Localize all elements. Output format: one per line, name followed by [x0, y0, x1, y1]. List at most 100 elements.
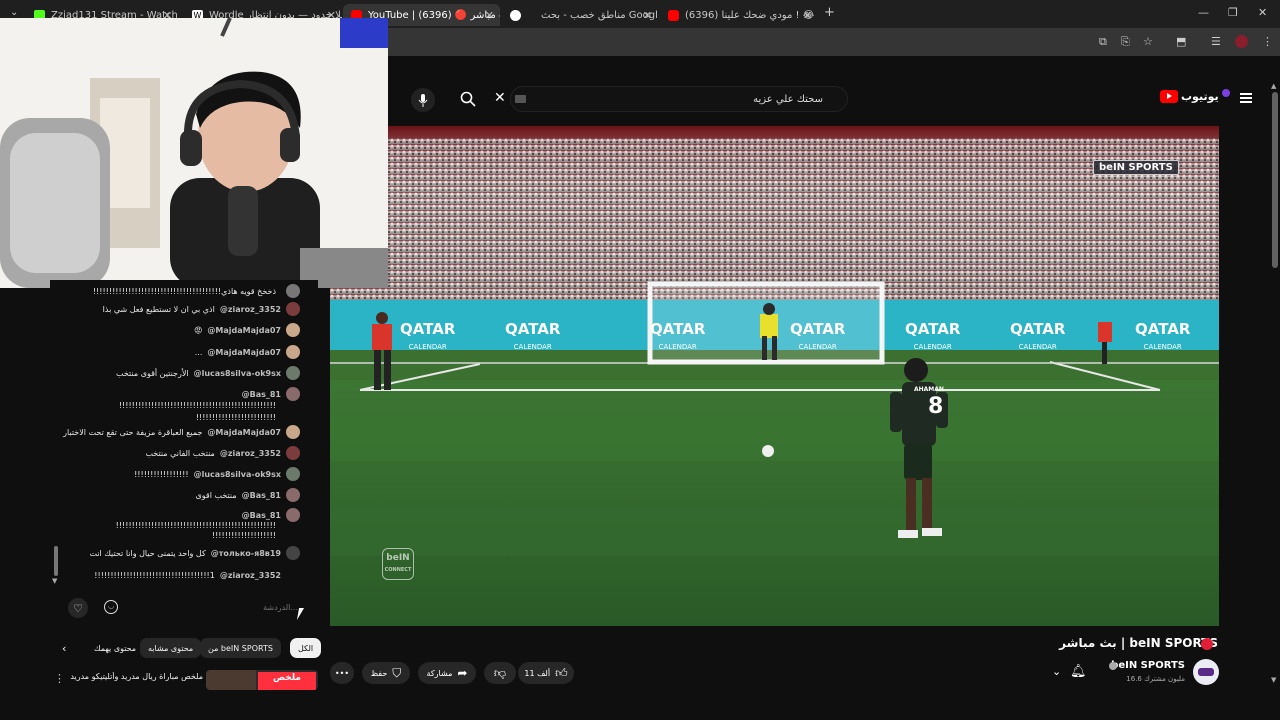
install-app-icon[interactable]: ⎘	[1121, 35, 1130, 49]
page-scrollbar[interactable]: ▲ ▼	[1270, 80, 1280, 690]
chat-message: منتخب اقوى @Bas_81	[195, 488, 300, 502]
chip-all[interactable]: الكل	[290, 638, 322, 658]
chat-message-text: كل واحد يتمنى حيال وانا تحتيك انت	[89, 548, 206, 558]
chip-recent[interactable]: محتوى يهمك	[86, 638, 144, 658]
chat-username[interactable]: @ziaroz_3352	[220, 305, 281, 314]
ad-text: QATAR	[1135, 320, 1191, 338]
scroll-down-icon[interactable]: ▼	[1271, 676, 1276, 684]
chat-input-row: ♡ ◡	[50, 594, 318, 620]
notification-bell-icon[interactable]: 🔔︎	[1070, 664, 1087, 679]
search-icon[interactable]	[460, 91, 476, 111]
bookmark-star-icon[interactable]: ☆	[1143, 35, 1153, 48]
chat-username[interactable]: @только-я8в19	[211, 549, 281, 558]
chat-input[interactable]	[122, 598, 298, 616]
close-tab-icon[interactable]: ✕	[803, 9, 812, 22]
chat-message-text: 😡	[194, 325, 203, 335]
translate-icon[interactable]: ⧉	[1099, 35, 1107, 49]
chip-from-channel[interactable]: من beIN SPORTS	[200, 638, 281, 658]
channel-name[interactable]: beIN SPORTS	[1111, 660, 1185, 671]
chat-avatar[interactable]	[286, 345, 300, 359]
chat-message-text: الأرجنتين أقوى منتخب	[116, 368, 189, 378]
reading-list-icon[interactable]: ☰	[1211, 35, 1221, 48]
more-actions-button[interactable]: •••	[330, 662, 354, 684]
close-window-button[interactable]: ✕	[1258, 6, 1267, 19]
emoji-icon[interactable]: ◡	[104, 600, 118, 614]
chat-username[interactable]: @lucas8silva-ok9sx	[194, 470, 281, 479]
close-tab-icon[interactable]: ✕	[485, 9, 494, 22]
search-box[interactable]	[510, 86, 848, 112]
extensions-icon[interactable]: ⬒	[1176, 35, 1186, 48]
video-title: بث مباشر | beIN SPORTS	[1059, 636, 1218, 650]
chat-avatar[interactable]	[286, 366, 300, 380]
suggested-video-title[interactable]: ملخص مباراة ريال مدريد وأتليتيكو مدريد (…	[68, 672, 203, 681]
suggested-video-thumbnail[interactable]: ملخص	[206, 670, 318, 690]
chat-username[interactable]: @MajdaMajda07	[207, 326, 281, 335]
tab-youtube-video[interactable]: (6396) مودي ضحك علينا ! 😂 💔 ✕	[660, 4, 818, 26]
chat-message-text: منتخب اقوى	[195, 490, 237, 500]
chat-username[interactable]: @Bas_81	[242, 491, 281, 500]
ad-subtext: CALENDAR	[408, 343, 447, 351]
microphone-icon[interactable]	[411, 88, 435, 112]
chat-avatar[interactable]	[286, 323, 300, 337]
premium-badge	[1221, 88, 1230, 97]
hamburger-icon[interactable]	[1240, 93, 1252, 103]
thumbs-down-icon: 👎︎	[493, 665, 507, 680]
chat-avatar[interactable]	[286, 488, 300, 502]
channel-avatar[interactable]	[1193, 659, 1219, 685]
subscribe-chevron-icon[interactable]: ⌄	[1052, 665, 1061, 678]
chat-avatar[interactable]	[286, 302, 300, 316]
heart-icon[interactable]: ♡	[68, 598, 88, 618]
chat-message: !!!!!!!!!!!!!!!!!!!!!!!!!!!!!!!!!!!!!!!!…	[93, 284, 300, 298]
chat-scrollbar[interactable]	[54, 546, 58, 576]
chat-message: اذي بي ان لا تستطيع فعل شي بذا @ziaroz_33…	[103, 302, 300, 316]
chat-username[interactable]: @ziaroz_3352	[220, 449, 281, 458]
scroll-down-icon[interactable]: ▼	[52, 577, 57, 585]
chat-avatar[interactable]	[286, 568, 300, 582]
video-player[interactable]: QATAR CALENDAR QATAR CALENDAR QATAR CALE…	[330, 126, 1219, 626]
chat-avatar[interactable]	[286, 410, 300, 424]
restore-button[interactable]: ❐	[1228, 6, 1238, 19]
video-frame	[330, 126, 1219, 626]
chat-message-text: !!!!!!!!!!!!!!!!!!!!!!!!!!!!!!!!!!!!1	[94, 570, 215, 580]
youtube-logo[interactable]: يوتيوب	[1160, 88, 1230, 103]
suggested-more-icon[interactable]: ⋮	[54, 672, 65, 685]
chat-avatar[interactable]	[286, 425, 300, 439]
thumbnail-label: ملخص	[258, 672, 316, 690]
chat-message: !!!!!!!!!!!!!!!!!!!!!!!!!!!!!!!!!!!!1 @zi…	[94, 568, 300, 582]
chat-message-text: ...	[194, 347, 203, 357]
ad-board-row: QATAR CALENDAR QATAR CALENDAR QATAR CALE…	[330, 322, 1219, 352]
close-tab-icon[interactable]: ✕	[643, 9, 652, 22]
chat-message: 😡 @MajdaMajda07	[194, 323, 300, 337]
search-input[interactable]	[511, 87, 831, 111]
save-button[interactable]: حفظ ⛉	[362, 662, 410, 684]
tab-list-icon[interactable]: ⌄	[10, 7, 18, 18]
ad-text: QATAR	[505, 320, 561, 338]
chat-avatar[interactable]	[286, 467, 300, 481]
chat-username[interactable]: @MajdaMajda07	[207, 428, 281, 437]
chat-avatar[interactable]	[286, 546, 300, 560]
channel-bug: beIN SPORTS	[1093, 160, 1179, 175]
chat-avatar[interactable]	[286, 528, 300, 542]
ad-board: QATAR CALENDAR	[400, 322, 455, 355]
chat-username[interactable]: @ziaroz_3352	[220, 571, 281, 580]
dislike-button[interactable]: 👎︎	[484, 662, 516, 684]
new-tab-button[interactable]: +	[824, 5, 835, 20]
bookmark-icon: ⛉	[392, 665, 402, 680]
like-button[interactable]: 11 ألف 👍︎	[518, 662, 574, 684]
chat-username[interactable]: @lucas8silva-ok9sx	[194, 369, 281, 378]
tab-google-search[interactable]: مناطق خصب - بحث Google ✕	[502, 4, 658, 26]
scroll-up-icon[interactable]: ▲	[1271, 82, 1276, 90]
chat-message: منتخب الفاني منتخب @ziaroz_3352	[145, 446, 300, 460]
profile-avatar[interactable]	[1235, 35, 1248, 48]
chips-scroll-left-icon[interactable]: ‹	[62, 642, 66, 655]
chip-related[interactable]: محتوى مشابه	[140, 638, 202, 658]
browser-menu-icon[interactable]: ⋮	[1262, 35, 1273, 48]
minimize-button[interactable]: —	[1198, 6, 1209, 19]
chat-avatar[interactable]	[286, 446, 300, 460]
chat-username[interactable]: @MajdaMajda07	[207, 348, 281, 357]
subscriber-count: 16.6 مليون مشترك	[1126, 675, 1185, 683]
chat-avatar[interactable]	[286, 284, 300, 298]
clear-search-icon[interactable]: ✕	[494, 90, 506, 106]
scroll-thumb[interactable]	[1272, 92, 1278, 268]
share-button[interactable]: مشاركة ➦	[418, 662, 476, 684]
